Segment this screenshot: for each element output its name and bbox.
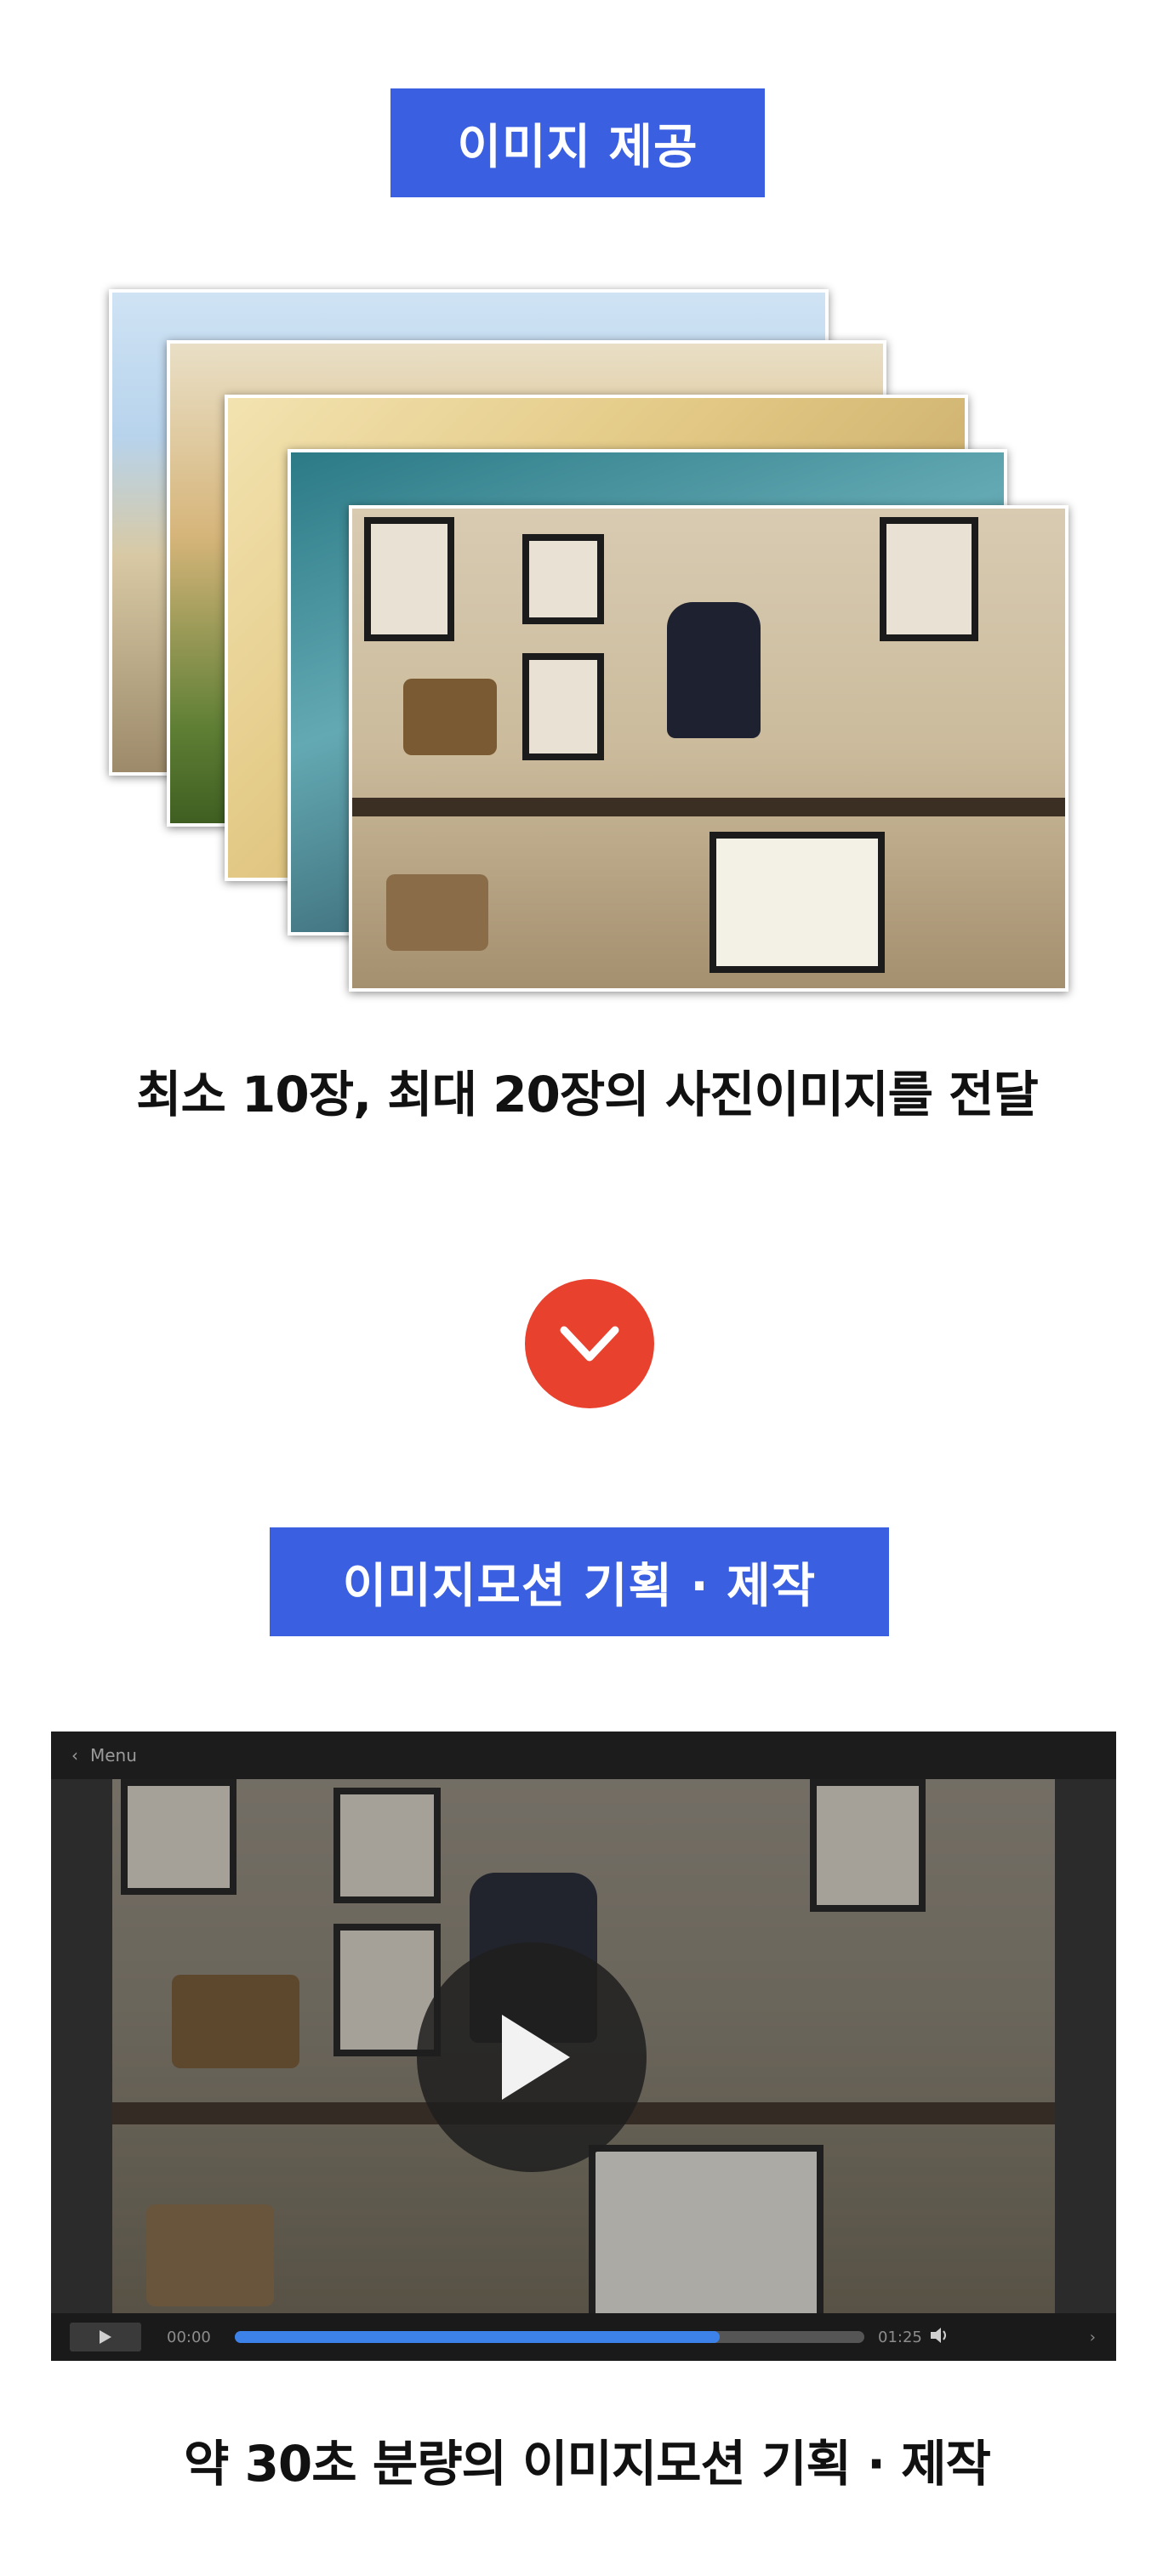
basket (386, 874, 488, 951)
menu-label[interactable]: Menu (90, 1745, 137, 1766)
current-time: 00:00 (167, 2328, 211, 2346)
image-motion-badge: 이미지모션 기획 · 제작 (270, 1527, 889, 1636)
volume-icon[interactable] (929, 2326, 951, 2349)
caption-image-provision: 최소 10장, 최대 20장의 사진이미지를 전달 (136, 1066, 1039, 1123)
step-arrow (525, 1279, 654, 1408)
poster-frame (710, 832, 885, 973)
wall-frame (522, 534, 604, 624)
player-topbar: ‹ Menu (51, 1732, 1116, 1779)
jacket (667, 602, 761, 738)
wall-frame (522, 653, 604, 760)
back-icon[interactable]: ‹ (71, 1745, 78, 1766)
photo-shop-interior (349, 505, 1069, 992)
bag (403, 679, 497, 755)
play-overlay-button[interactable] (417, 1942, 647, 2172)
wall-frame (364, 517, 454, 641)
chevron-down-icon (560, 1326, 619, 1362)
play-icon (100, 2330, 111, 2344)
total-time: 01:25 (878, 2328, 922, 2346)
wall-frame (880, 517, 978, 641)
next-icon[interactable]: › (1090, 2329, 1096, 2346)
shelf (352, 798, 1065, 816)
play-icon (502, 2015, 570, 2100)
play-button[interactable] (70, 2323, 141, 2351)
caption-image-motion: 약 30초 분량의 이미지모션 기획 · 제작 (184, 2435, 991, 2493)
image-provision-badge: 이미지 제공 (390, 88, 765, 197)
progress-bar[interactable] (235, 2331, 864, 2343)
progress-fill (235, 2331, 720, 2343)
player-controls: 00:00 01:25 › (51, 2313, 1116, 2361)
